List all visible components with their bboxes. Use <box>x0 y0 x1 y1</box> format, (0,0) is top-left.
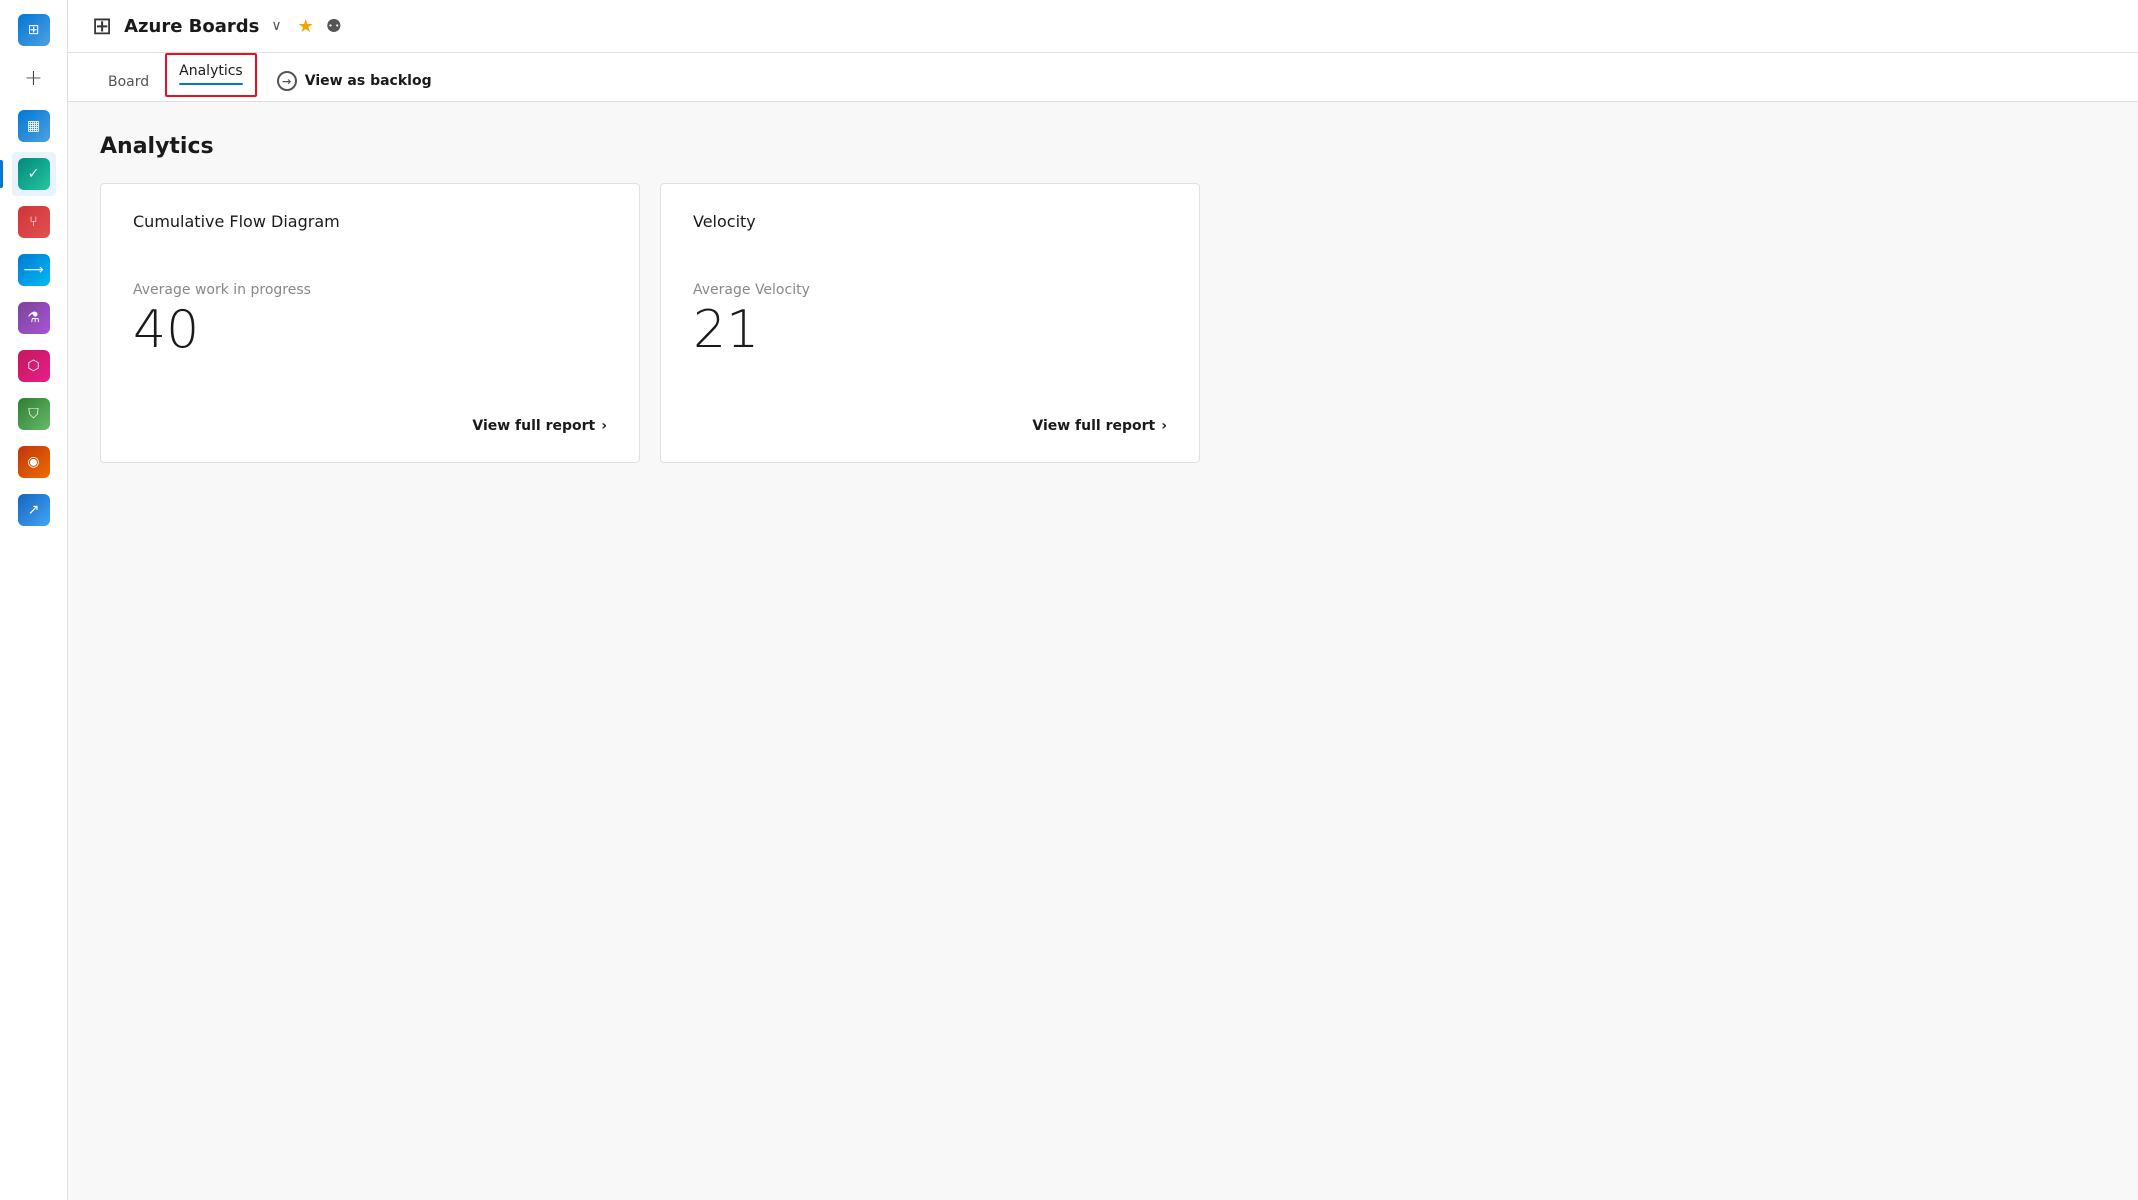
velocity-chevron-icon: › <box>1161 418 1167 434</box>
favorite-star-icon[interactable]: ★ <box>298 16 314 37</box>
analytics-cards-grid: Cumulative Flow Diagram Average work in … <box>100 183 1200 463</box>
nav-tabs: Board Analytics → View as backlog <box>68 53 2138 102</box>
analytics-sidebar-icon[interactable]: ↗ <box>12 488 56 532</box>
repos-icon[interactable]: ⑂ <box>12 200 56 244</box>
tab-analytics-wrapper: Analytics <box>165 53 257 97</box>
artifacts-icon[interactable]: ⬡ <box>12 344 56 388</box>
velocity-title: Velocity <box>693 212 1167 231</box>
test-icon[interactable]: ⚗ <box>12 296 56 340</box>
pipelines-icon[interactable]: ⟶ <box>12 248 56 292</box>
tab-board[interactable]: Board <box>92 64 165 102</box>
cumulative-flow-label: Average work in progress <box>133 282 607 298</box>
analytics-heading: Analytics <box>100 134 2106 159</box>
plus-icon[interactable]: + <box>12 56 56 100</box>
page-title: Azure Boards <box>124 16 259 37</box>
sidebar: ⊞ + ▦ ✓ ⑂ ⟶ ⚗ ⬡ ⛉ ◉ ↗ <box>0 0 68 1200</box>
page-header: ⊞ Azure Boards ∨ ★ ⚉ <box>68 0 2138 53</box>
azure-boards-header-icon: ⊞ <box>92 12 112 40</box>
velocity-card: Velocity Average Velocity 21 View full r… <box>660 183 1200 463</box>
analytics-content: Analytics Cumulative Flow Diagram Averag… <box>68 102 2138 1200</box>
user-follow-icon[interactable]: ⚉ <box>326 16 342 37</box>
main-content: ⊞ Azure Boards ∨ ★ ⚉ Board Analytics → V… <box>68 0 2138 1200</box>
cumulative-flow-report-link[interactable]: View full report › <box>133 406 607 434</box>
security-icon[interactable]: ⛉ <box>12 392 56 436</box>
azure-devops-icon[interactable]: ⊞ <box>12 8 56 52</box>
cumulative-flow-chevron-icon: › <box>601 418 607 434</box>
feedback-icon[interactable]: ◉ <box>12 440 56 484</box>
velocity-body: Average Velocity 21 <box>693 247 1167 390</box>
boards-icon[interactable]: ▦ <box>12 104 56 148</box>
cumulative-flow-body: Average work in progress 40 <box>133 247 607 390</box>
velocity-report-link[interactable]: View full report › <box>693 406 1167 434</box>
tab-analytics-underline <box>179 83 243 85</box>
velocity-value: 21 <box>693 304 1167 356</box>
view-as-backlog-button[interactable]: → View as backlog <box>257 61 452 101</box>
cumulative-flow-value: 40 <box>133 304 607 356</box>
cumulative-flow-title: Cumulative Flow Diagram <box>133 212 607 231</box>
kanban-icon[interactable]: ✓ <box>12 152 56 196</box>
velocity-label: Average Velocity <box>693 282 1167 298</box>
title-chevron-icon[interactable]: ∨ <box>271 18 281 34</box>
cumulative-flow-card: Cumulative Flow Diagram Average work in … <box>100 183 640 463</box>
tab-analytics[interactable]: Analytics <box>167 55 255 95</box>
view-backlog-circle-icon: → <box>277 71 297 91</box>
